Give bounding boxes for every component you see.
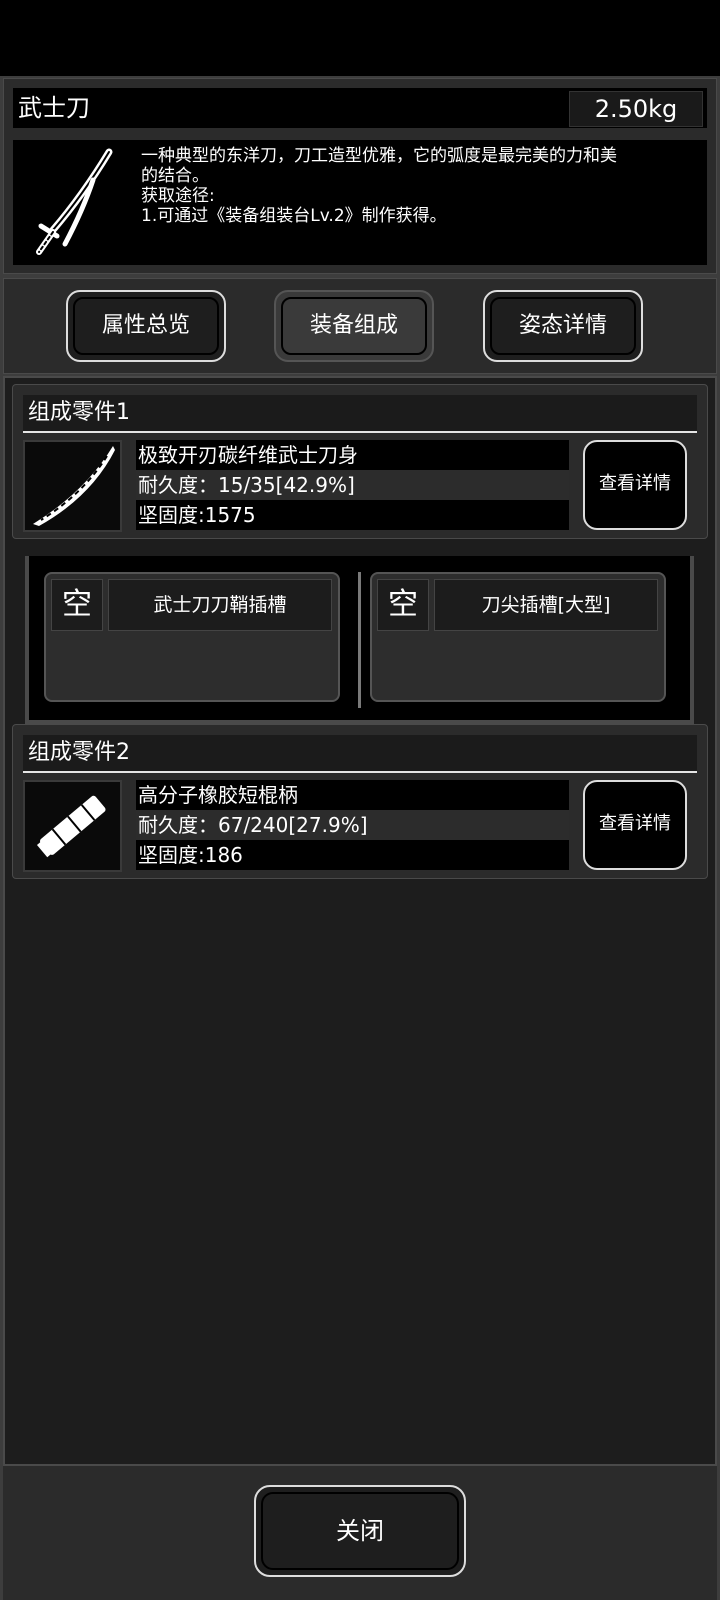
item-weight: 2.50kg — [569, 91, 703, 127]
item-name: 武士刀 — [18, 94, 90, 122]
part-durability: 耐久度：15/35[42.9%] — [136, 470, 569, 500]
description-line: 的结合。 — [141, 166, 209, 186]
socket-empty-indicator: 空 — [51, 579, 103, 631]
item-icon-box — [13, 140, 152, 265]
close-button[interactable]: 关闭 — [254, 1485, 466, 1577]
socket-empty-indicator: 空 — [377, 579, 429, 631]
socket-name: 武士刀刀鞘插槽 — [108, 579, 332, 631]
socket-slot-tip[interactable]: 空 刀尖插槽[大型] — [370, 572, 666, 702]
part-info: 高分子橡胶短棍柄 耐久度：67/240[27.9%] 坚固度:186 — [136, 780, 569, 872]
view-details-button[interactable]: 查看详情 — [583, 780, 687, 870]
tab-stance-details[interactable]: 姿态详情 — [483, 290, 643, 362]
part-name: 高分子橡胶短棍柄 — [136, 780, 569, 810]
description-line: 1.可通过《装备组装台Lv.2》制作获得。 — [141, 206, 447, 226]
blade-icon — [33, 446, 115, 526]
part-durability: 耐久度：67/240[27.9%] — [136, 810, 569, 840]
item-description: 一种典型的东洋刀，刀工造型优雅，它的弧度是最完美的力和美 的结合。 获取途径: … — [133, 140, 707, 265]
part-hardness: 坚固度:186 — [136, 840, 569, 870]
socket-slot-scabbard[interactable]: 空 武士刀刀鞘插槽 — [44, 572, 340, 702]
tab-equipment-composition[interactable]: 装备组成 — [274, 290, 434, 362]
part-icon-box — [23, 440, 122, 532]
part-info: 极致开刃碳纤维武士刀身 耐久度：15/35[42.9%] 坚固度:1575 — [136, 440, 569, 532]
part-name: 极致开刃碳纤维武士刀身 — [136, 440, 569, 470]
socket-name: 刀尖插槽[大型] — [434, 579, 658, 631]
katana-icon — [36, 148, 113, 255]
tab-attribute-overview[interactable]: 属性总览 — [66, 290, 226, 362]
view-details-button[interactable]: 查看详情 — [583, 440, 687, 530]
part-card: 组成零件1 极致开刃碳纤维武士刀身 耐久度：15/35[42.9%] 坚固度:1… — [12, 384, 708, 539]
part-hardness: 坚固度:1575 — [136, 500, 569, 530]
description-line: 获取途径: — [141, 186, 215, 206]
socket-divider — [358, 572, 361, 708]
part-header: 组成零件2 — [23, 735, 697, 773]
part-icon-box — [23, 780, 122, 872]
handle-icon — [36, 795, 106, 858]
composition-content — [3, 376, 717, 1466]
part-card: 组成零件2 高分子橡胶短棍柄 耐久度：67/240[27.9%] 坚固度:186… — [12, 724, 708, 879]
part-header: 组成零件1 — [23, 395, 697, 433]
description-line: 一种典型的东洋刀，刀工造型优雅，它的弧度是最完美的力和美 — [141, 146, 617, 166]
